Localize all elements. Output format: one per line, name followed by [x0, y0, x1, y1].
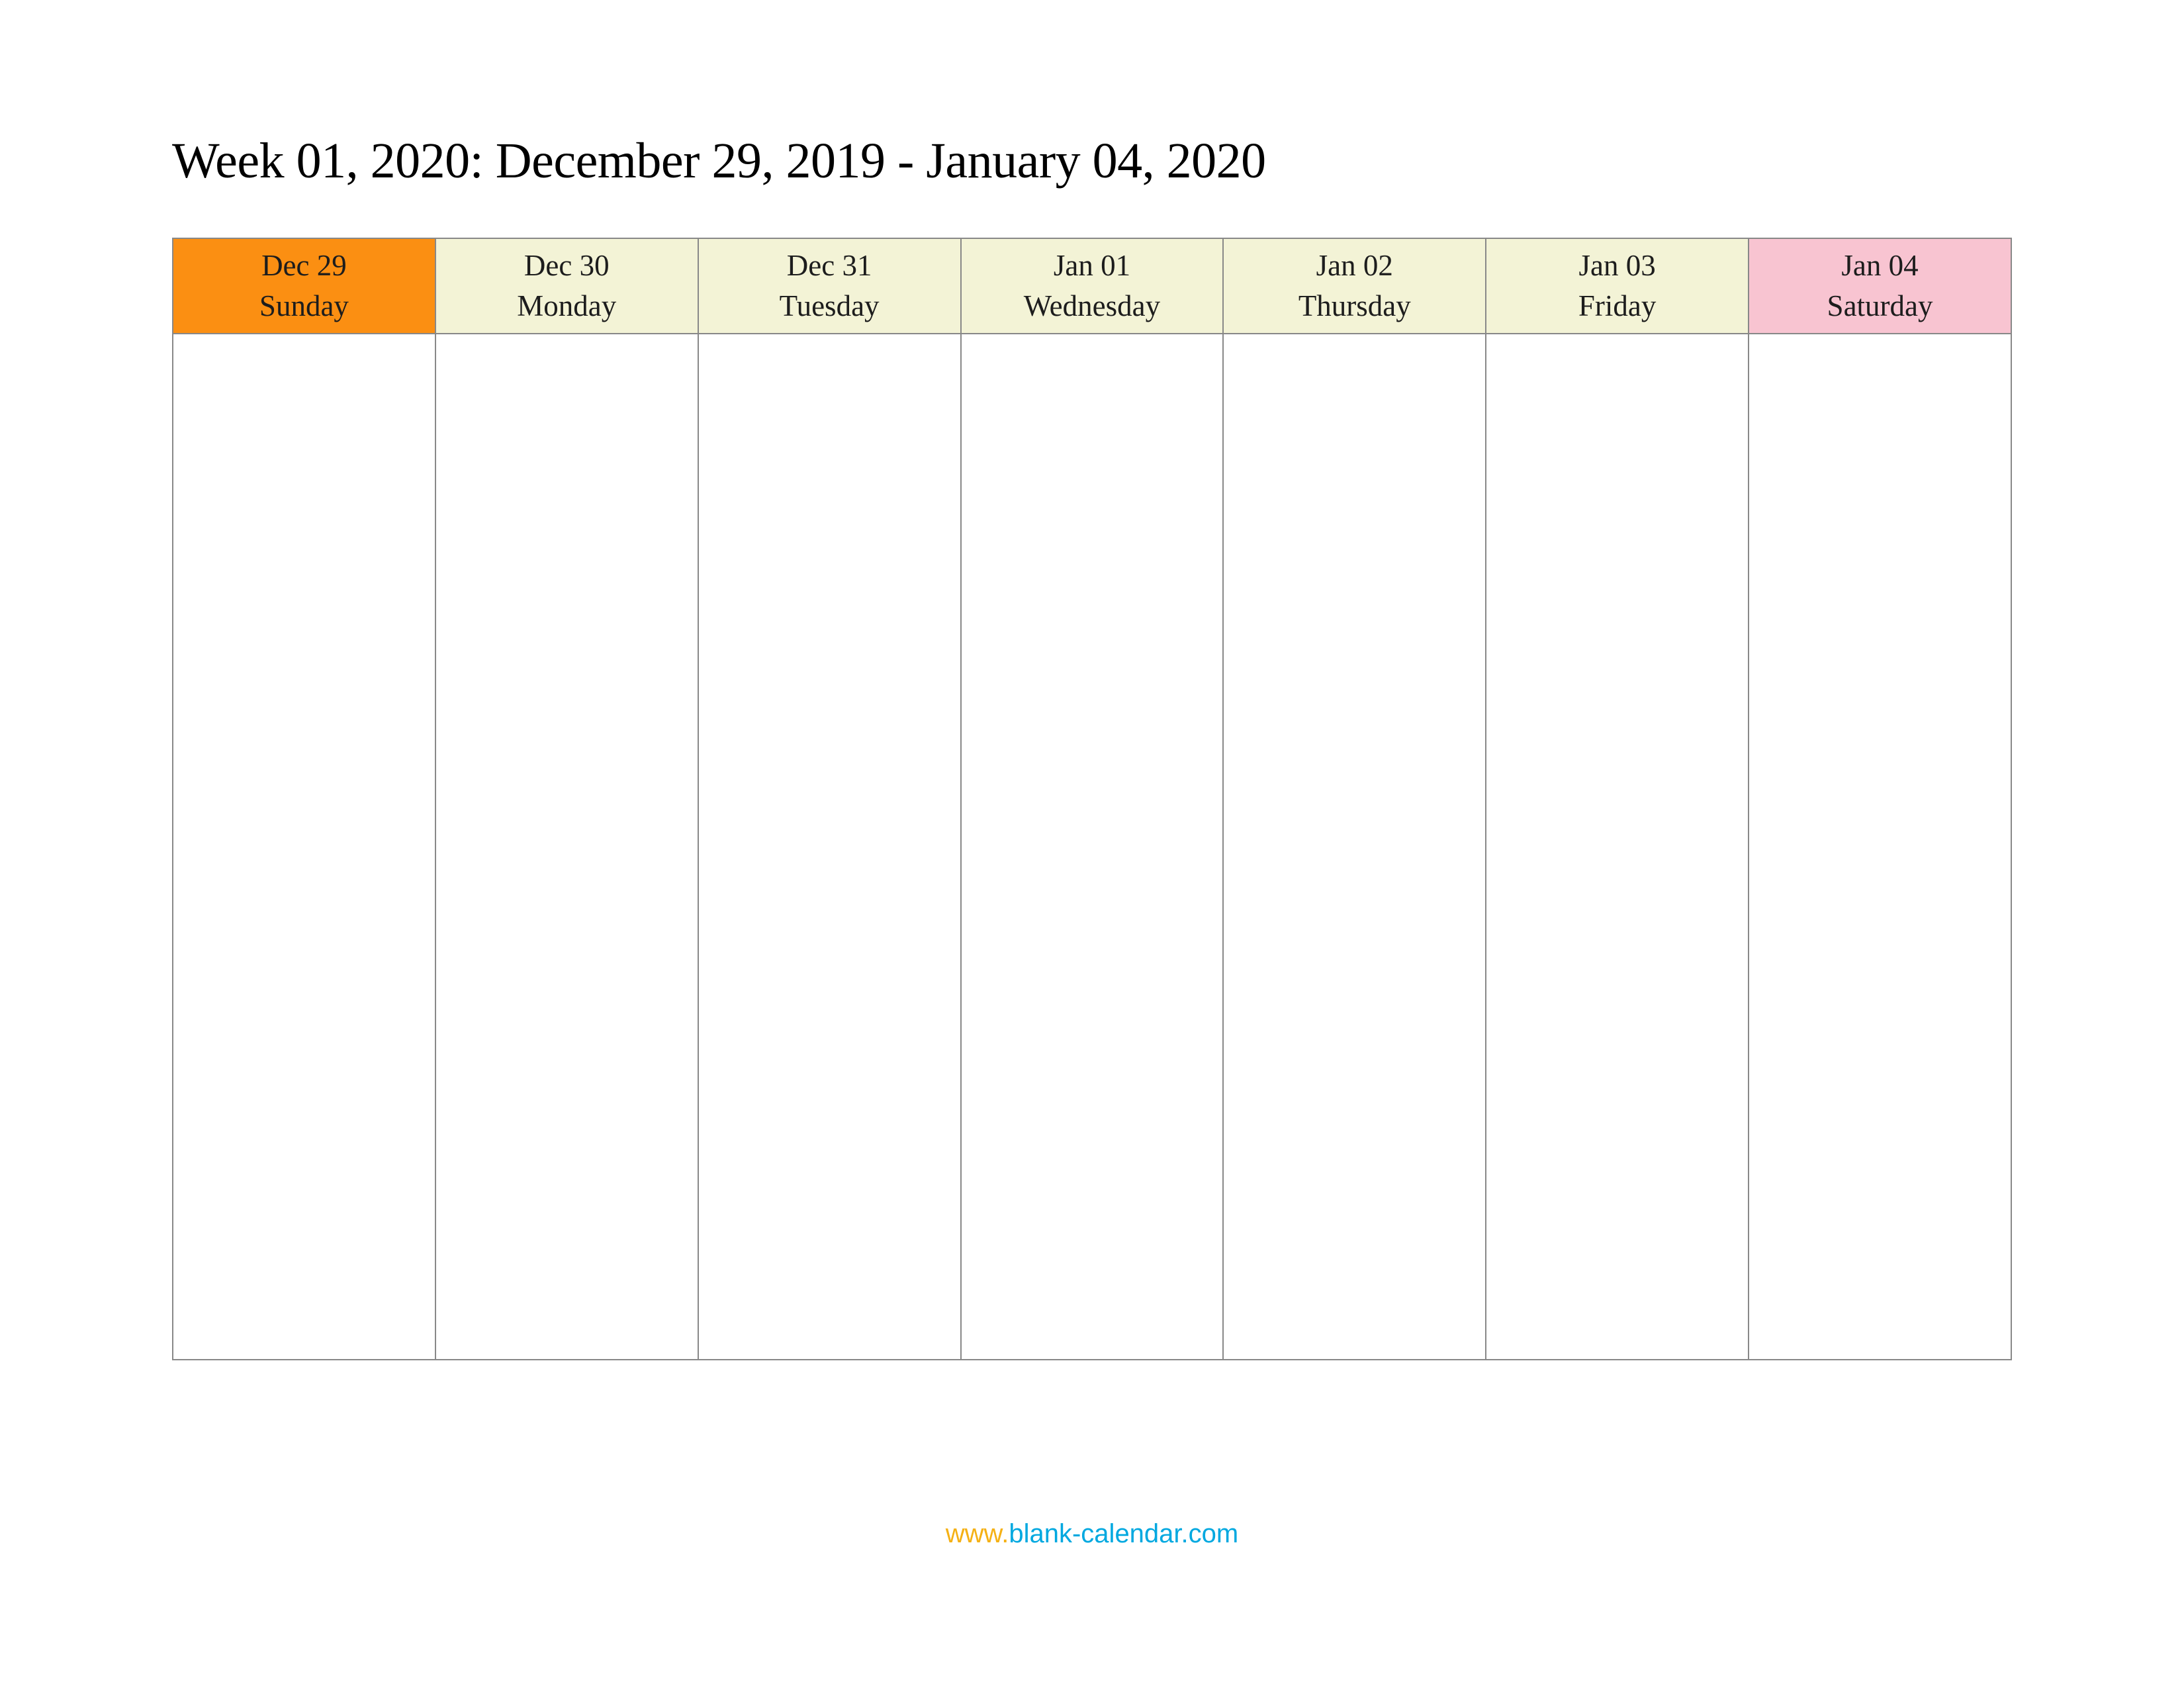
day-date: Jan 04 — [1749, 246, 2011, 286]
calendar-header-row: Dec 29 Sunday Dec 30 Monday Dec 31 Tuesd… — [173, 238, 2011, 334]
day-date: Jan 02 — [1224, 246, 1485, 286]
day-weekday: Saturday — [1749, 286, 2011, 326]
day-header-tuesday: Dec 31 Tuesday — [698, 238, 961, 334]
weekly-calendar-table: Dec 29 Sunday Dec 30 Monday Dec 31 Tuesd… — [172, 238, 2012, 1360]
day-weekday: Monday — [436, 286, 698, 326]
day-cell-wednesday — [961, 334, 1224, 1360]
day-cell-sunday — [173, 334, 435, 1360]
day-cell-thursday — [1223, 334, 1486, 1360]
day-date: Jan 01 — [962, 246, 1223, 286]
day-header-thursday: Jan 02 Thursday — [1223, 238, 1486, 334]
day-weekday: Wednesday — [962, 286, 1223, 326]
footer-domain-text: blank-calendar.com — [1009, 1519, 1238, 1548]
day-header-saturday: Jan 04 Saturday — [1749, 238, 2011, 334]
page-title: Week 01, 2020: December 29, 2019 - Janua… — [172, 132, 2012, 190]
day-weekday: Friday — [1486, 286, 1748, 326]
day-cell-friday — [1486, 334, 1749, 1360]
day-weekday: Thursday — [1224, 286, 1485, 326]
footer-link[interactable]: www.blank-calendar.com — [0, 1519, 2184, 1549]
day-header-wednesday: Jan 01 Wednesday — [961, 238, 1224, 334]
day-date: Dec 31 — [699, 246, 960, 286]
footer-www-prefix: www. — [946, 1519, 1009, 1548]
calendar-body-row — [173, 334, 2011, 1360]
day-date: Jan 03 — [1486, 246, 1748, 286]
day-cell-tuesday — [698, 334, 961, 1360]
day-cell-saturday — [1749, 334, 2011, 1360]
day-header-sunday: Dec 29 Sunday — [173, 238, 435, 334]
day-weekday: Sunday — [173, 286, 435, 326]
day-header-monday: Dec 30 Monday — [435, 238, 698, 334]
day-weekday: Tuesday — [699, 286, 960, 326]
day-date: Dec 29 — [173, 246, 435, 286]
page-container: Week 01, 2020: December 29, 2019 - Janua… — [0, 0, 2184, 1360]
day-cell-monday — [435, 334, 698, 1360]
day-header-friday: Jan 03 Friday — [1486, 238, 1749, 334]
day-date: Dec 30 — [436, 246, 698, 286]
